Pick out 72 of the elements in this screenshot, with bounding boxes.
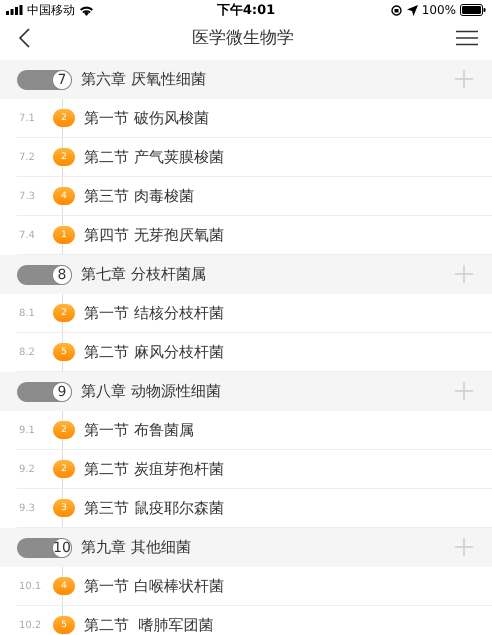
section-number: 9.3: [18, 502, 36, 514]
section-title: 第二节 产气荚膜梭菌: [84, 148, 224, 166]
battery-icon: [460, 4, 486, 16]
chapter-title: 第九章 其他细菌: [81, 538, 191, 557]
count-badge: 2: [53, 460, 75, 478]
chapter-title: 第七章 分枝杆菌属: [81, 265, 206, 284]
section-title: 第三节 鼠疫耶尔森菌: [84, 498, 224, 518]
count-badge: 2: [53, 148, 75, 166]
plus-icon[interactable]: [455, 382, 473, 400]
section-title: 第一节 白喉棒状杆菌: [84, 576, 224, 596]
section-row[interactable]: 8.1 2 第一节 结核分枝杆菌: [17, 294, 492, 333]
chapter-toggle[interactable]: 8: [17, 264, 72, 284]
battery-percentage: 100%: [422, 3, 456, 17]
chapter-row[interactable]: 8 第七章 分枝杆菌属: [0, 255, 492, 294]
section-title: 第四节 无芽孢厌氧菌: [84, 226, 224, 244]
signal-icon: [6, 5, 23, 15]
menu-icon: [456, 30, 478, 46]
section-row[interactable]: 9.2 2 第二节 炭疽芽孢杆菌: [17, 450, 492, 489]
chapter-title: 第六章 厌氧性细菌: [81, 70, 206, 89]
carrier-name: 中国移动: [27, 2, 75, 18]
section-row[interactable]: 7.3 4 第三节 肉毒梭菌: [17, 177, 492, 216]
location-arrow-icon: [406, 4, 418, 16]
section-number: 7.4: [18, 230, 36, 240]
count-badge: 3: [53, 499, 75, 517]
section-row[interactable]: 10.1 4 第一节 白喉棒状杆菌: [17, 567, 492, 606]
section-number: 9.2: [18, 464, 36, 474]
section-number: 7.1: [18, 112, 36, 124]
section-title: 第二节 嗜肺军团菌: [84, 616, 214, 634]
count-badge: 2: [53, 304, 75, 322]
plus-icon[interactable]: [455, 538, 473, 556]
section-title: 第二节 炭疽芽孢杆菌: [84, 460, 224, 478]
section-number: 7.3: [18, 190, 36, 202]
section-number: 10.1: [18, 580, 42, 592]
count-badge: 1: [53, 226, 75, 244]
section-title: 第一节 布鲁菌属: [84, 420, 194, 440]
count-badge: 2: [53, 421, 75, 439]
chapter-title: 第八章 动物源性细菌: [81, 382, 221, 401]
count-badge: 5: [53, 343, 75, 361]
back-chevron-icon: [18, 28, 30, 48]
chapter-number: 10: [52, 538, 72, 558]
plus-icon[interactable]: [455, 70, 473, 88]
page-title: 医学微生物学: [192, 27, 294, 49]
section-title: 第一节 结核分枝杆菌: [84, 304, 224, 322]
chapter-number: 7: [52, 70, 72, 90]
chapter-number: 9: [52, 382, 72, 402]
rotation-lock-icon: [390, 4, 403, 16]
chapter-number: 8: [52, 264, 72, 284]
section-number: 8.2: [18, 346, 36, 358]
chapter-row[interactable]: 7 第六章 厌氧性细菌: [0, 60, 492, 99]
section-number: 8.1: [18, 308, 36, 318]
section-title: 第二节 麻风分枝杆菌: [84, 342, 224, 362]
section-number: 9.1: [18, 424, 36, 436]
chapter-toggle[interactable]: 10: [17, 538, 72, 558]
section-row[interactable]: 7.2 2 第二节 产气荚膜梭菌: [17, 138, 492, 177]
plus-icon[interactable]: [455, 265, 473, 283]
chapter-toggle[interactable]: 9: [17, 382, 72, 402]
count-badge: 2: [53, 109, 75, 127]
count-badge: 5: [53, 616, 75, 634]
section-row[interactable]: 9.1 2 第一节 布鲁菌属: [17, 411, 492, 450]
clock-time: 下午4:01: [216, 2, 276, 19]
count-badge: 4: [53, 577, 75, 595]
wifi-icon: [79, 4, 94, 16]
section-title: 第一节 破伤风梭菌: [84, 108, 209, 128]
section-row[interactable]: 10.2 5 第二节 嗜肺军团菌: [17, 606, 492, 635]
section-number: 7.2: [18, 152, 36, 162]
section-row[interactable]: 7.1 2 第一节 破伤风梭菌: [17, 99, 492, 138]
count-badge: 4: [53, 187, 75, 205]
chapter-row[interactable]: 9 第八章 动物源性细菌: [0, 372, 492, 411]
chapter-toggle[interactable]: 7: [17, 70, 72, 90]
section-title: 第三节 肉毒梭菌: [84, 186, 194, 206]
section-number: 10.2: [18, 620, 42, 630]
chapter-row[interactable]: 10 第九章 其他细菌: [0, 528, 492, 567]
